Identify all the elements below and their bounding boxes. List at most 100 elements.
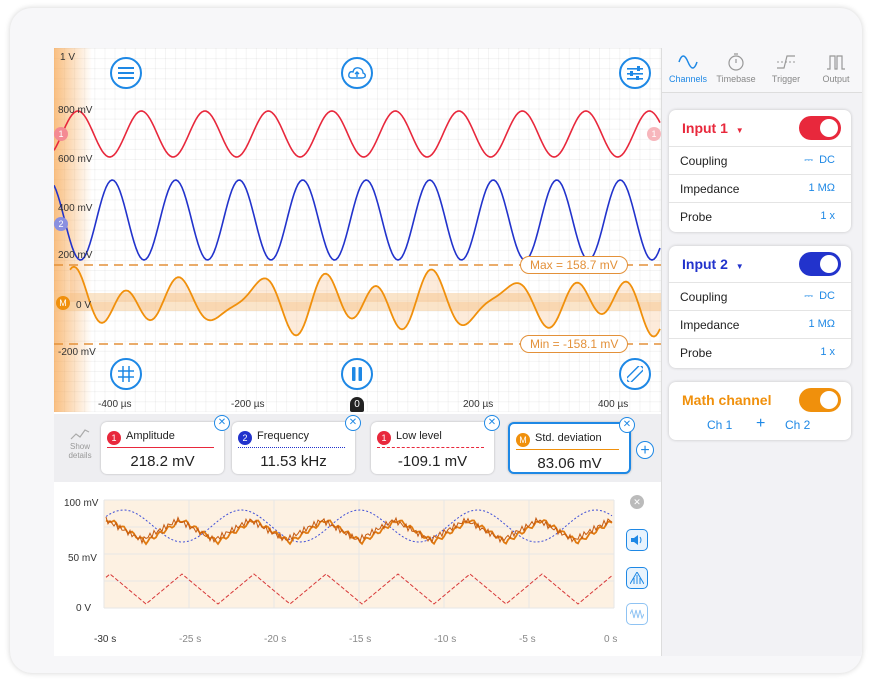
measurement-card-frequency[interactable]: 2 Frequency 11.53 kHz ✕ [232, 415, 361, 474]
trigger-edge-icon [777, 55, 795, 69]
channel-1-marker[interactable]: 1 [54, 127, 68, 141]
coupling-value: DC [819, 290, 835, 302]
histogram-button[interactable] [626, 567, 648, 589]
tab-trigger[interactable]: Trigger [762, 50, 810, 84]
show-details-label: Show details [68, 442, 92, 460]
input-1-label: Input 1 [682, 120, 728, 136]
tab-label: Channels [668, 74, 708, 84]
row-value: 1 MΩ [808, 182, 835, 194]
input-1-probe-row[interactable]: Probe 1 x [669, 202, 851, 231]
math-operator[interactable]: + [756, 415, 765, 433]
y-label-0v: 0 V [76, 300, 92, 311]
close-icon[interactable]: ✕ [345, 415, 361, 431]
input-2-coupling-row[interactable]: Coupling ⎓ DC [669, 282, 851, 311]
speaker-icon [631, 535, 642, 545]
roll-x-30s: -30 s [94, 634, 117, 645]
channel-2-marker[interactable]: 2 [54, 217, 68, 231]
math-marker[interactable]: M [56, 296, 70, 310]
stopwatch-icon [728, 53, 744, 71]
y-label-200mv: 200 mV [58, 250, 93, 261]
measurement-name: Std. deviation [535, 432, 602, 444]
row-key: Coupling [680, 290, 728, 304]
close-icon[interactable]: ✕ [214, 415, 230, 431]
channel-badge: 2 [238, 431, 252, 445]
roll-x-25s: -25 s [179, 634, 202, 645]
x-label-minus400: -400 µs [98, 399, 132, 410]
tab-label: Output [822, 74, 850, 84]
input-2-panel: Input 2 ▼ Coupling ⎓ DC Impedance 1 MΩ P… [669, 246, 851, 368]
input-1-title[interactable]: Input 1 ▼ [682, 120, 744, 136]
scope-display[interactable]: 1 V 800 mV 600 mV 400 mV 200 mV 0 V -200… [54, 48, 661, 412]
y-label-600mv: 600 mV [58, 154, 93, 165]
math-channel-toggle[interactable] [799, 388, 841, 412]
settings-button[interactable] [619, 57, 651, 89]
row-value: 1 x [820, 346, 835, 358]
max-marker-label: Max = 158.7 mV [520, 256, 628, 274]
history-chart[interactable]: 100 mV 50 mV 0 V -30 s -25 s -20 s -15 s… [54, 482, 661, 656]
math-channel-panel: Math channel Ch 1 + Ch 2 [669, 382, 851, 440]
tab-timebase[interactable]: Timebase [712, 50, 760, 84]
audio-button[interactable] [626, 529, 648, 551]
trace-line [377, 447, 484, 448]
tab-output[interactable]: Output [812, 50, 860, 84]
cloud-upload-button[interactable] [341, 57, 373, 89]
menu-button[interactable] [110, 57, 142, 89]
roll-y-50mv: 50 mV [68, 553, 97, 564]
measurement-name: Amplitude [126, 430, 175, 442]
measurement-value: -109.1 mV [397, 453, 468, 470]
tab-channels[interactable]: Channels [664, 50, 712, 84]
input-1-impedance-row[interactable]: Impedance 1 MΩ [669, 174, 851, 203]
waveform-button[interactable] [626, 603, 648, 625]
coupling-value: DC [819, 154, 835, 166]
cloud-upload-icon [348, 67, 366, 79]
y-label-minus200mv: -200 mV [58, 347, 96, 358]
math-operand-right[interactable]: Ch 2 [785, 418, 810, 432]
dc-symbol-icon: ⎓ [804, 290, 820, 302]
roll-y-100mv: 100 mV [64, 498, 99, 509]
dropdown-caret-icon: ▼ [735, 126, 744, 135]
input-2-toggle[interactable] [799, 252, 841, 276]
min-marker-label: Min = -158.1 mV [520, 335, 629, 353]
channel-1-marker-right[interactable]: 1 [647, 127, 661, 141]
grid-icon [118, 366, 134, 382]
measurement-card-amplitude[interactable]: 1 Amplitude 218.2 mV ✕ [101, 415, 230, 474]
measurement-card-std-deviation[interactable]: M Std. deviation 83.06 mV ✕ [508, 417, 635, 474]
trigger-time-marker[interactable]: 0 [350, 397, 364, 412]
x-label-minus200: -200 µs [231, 399, 265, 410]
ruler-button[interactable] [619, 358, 651, 390]
grid-button[interactable] [110, 358, 142, 390]
measurement-value: 11.53 kHz [260, 453, 327, 470]
math-operand-left[interactable]: Ch 1 [707, 418, 732, 432]
show-details-toggle[interactable]: Show details [62, 426, 98, 460]
roll-x-15s: -15 s [349, 634, 372, 645]
history-plot [103, 499, 615, 609]
row-key: Probe [680, 346, 713, 360]
dc-symbol-icon: ⎓ [804, 154, 820, 166]
channel-2-trace [54, 179, 661, 261]
device-frame: 1 V 800 mV 600 mV 400 mV 200 mV 0 V -200… [10, 8, 862, 673]
sidebar-tabs: Channels Timebase Trigger Output [662, 48, 862, 93]
x-label-200: 200 µs [463, 399, 494, 410]
pulse-output-icon [827, 55, 845, 70]
measurement-name: Frequency [257, 430, 309, 442]
channel-badge: 1 [377, 431, 391, 445]
close-icon[interactable]: ✕ [619, 417, 635, 433]
pause-button[interactable] [341, 358, 373, 390]
measurement-name: Low level [396, 430, 442, 442]
close-history-button[interactable]: ✕ [630, 495, 644, 509]
row-value: 1 x [820, 210, 835, 222]
measurement-card-low-level[interactable]: 1 Low level -109.1 mV ✕ [371, 415, 500, 474]
close-icon[interactable]: ✕ [484, 415, 500, 431]
input-2-label: Input 2 [682, 256, 728, 272]
input-2-title[interactable]: Input 2 ▼ [682, 256, 744, 272]
y-label-1v: 1 V [60, 52, 76, 63]
input-1-panel: Input 1 ▼ Coupling ⎓ DC Impedance 1 MΩ P… [669, 110, 851, 232]
histogram-icon [630, 572, 644, 584]
input-1-toggle[interactable] [799, 116, 841, 140]
sidebar: Channels Timebase Trigger Output Input 1… [661, 48, 862, 656]
input-2-probe-row[interactable]: Probe 1 x [669, 338, 851, 367]
input-1-coupling-row[interactable]: Coupling ⎓ DC [669, 146, 851, 175]
input-2-impedance-row[interactable]: Impedance 1 MΩ [669, 310, 851, 339]
trace-line [516, 449, 619, 450]
add-measurement-button[interactable]: + [636, 441, 654, 459]
